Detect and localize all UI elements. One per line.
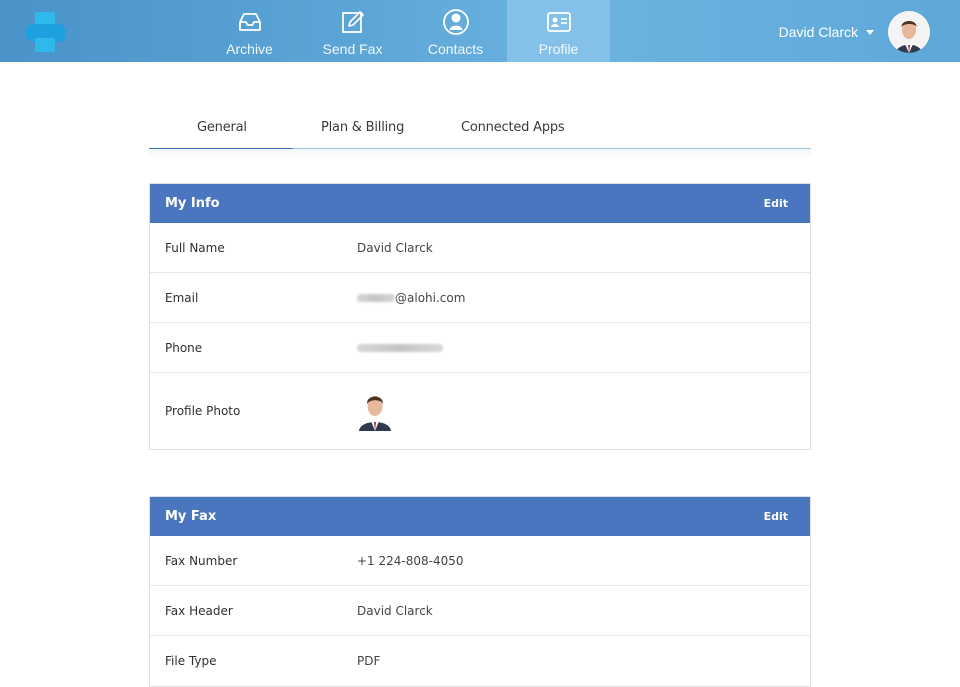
fax-number-row: Fax Number +1 224-808-4050 (150, 536, 810, 586)
profile-photo-row: Profile Photo (150, 373, 810, 449)
my-info-title: My Info (165, 196, 220, 211)
full-name-value: David Clarck (357, 240, 433, 255)
tab-plan-billing[interactable]: Plan & Billing (321, 120, 404, 135)
fax-number-label: Fax Number (165, 553, 238, 568)
fax-header-row: Fax Header David Clarck (150, 586, 810, 636)
fax-number-value: +1 224-808-4050 (357, 553, 464, 568)
tab-connected-apps[interactable]: Connected Apps (461, 120, 565, 135)
email-row: Email @alohi.com (150, 273, 810, 323)
inbox-tray-icon (238, 13, 261, 31)
user-photo-icon (888, 11, 930, 53)
email-value-wrap: @alohi.com (357, 291, 465, 305)
fax-header-label: Fax Header (165, 603, 233, 618)
full-name-row: Full Name David Clarck (150, 223, 810, 273)
file-type-row: File Type PDF (150, 636, 810, 686)
my-fax-card: My Fax Edit Fax Number +1 224-808-4050 F… (149, 496, 811, 687)
nav-archive-label: Archive (226, 41, 273, 57)
tabs-divider-shadow (149, 149, 811, 159)
phone-value-wrap (357, 343, 443, 352)
top-navigation-bar: Archive Send Fax Contacts Profile David … (0, 0, 960, 62)
fax-header-value: David Clarck (357, 603, 433, 618)
main-nav: Archive Send Fax Contacts Profile (198, 0, 610, 62)
app-logo-icon[interactable] (24, 10, 70, 54)
nav-contacts-label: Contacts (427, 41, 484, 57)
my-info-header: My Info Edit (150, 184, 810, 223)
chevron-down-icon (866, 29, 874, 35)
nav-send-fax-label: Send Fax (322, 41, 383, 57)
redacted-email-user (357, 293, 395, 302)
profile-photo-value[interactable] (357, 391, 393, 431)
my-fax-header: My Fax Edit (150, 497, 810, 536)
file-type-label: File Type (165, 654, 217, 668)
user-name: David Clarck (778, 24, 858, 40)
edit-pencil-icon (341, 11, 364, 33)
phone-label: Phone (165, 340, 203, 355)
avatar[interactable] (888, 11, 930, 53)
nav-contacts[interactable]: Contacts (404, 0, 507, 62)
profile-tabs: General Plan & Billing Connected Apps (149, 108, 811, 150)
my-info-card: My Info Edit Full Name David Clarck Emai… (149, 183, 811, 450)
my-info-edit-button[interactable]: Edit (764, 197, 788, 210)
user-menu[interactable]: David Clarck (779, 11, 930, 53)
nav-profile[interactable]: Profile (507, 0, 610, 62)
email-domain-value: @alohi.com (395, 290, 466, 305)
profile-photo-image (359, 396, 391, 431)
nav-archive[interactable]: Archive (198, 0, 301, 62)
my-fax-edit-button[interactable]: Edit (764, 510, 788, 523)
file-type-value: PDF (357, 654, 381, 668)
profile-photo-label: Profile Photo (165, 404, 241, 418)
phone-row: Phone (150, 323, 810, 373)
my-fax-title: My Fax (165, 509, 217, 524)
nav-profile-label: Profile (538, 41, 579, 57)
full-name-label: Full Name (165, 240, 225, 255)
email-label: Email (165, 290, 199, 305)
person-circle-icon (442, 9, 469, 35)
nav-send-fax[interactable]: Send Fax (301, 0, 404, 62)
redacted-phone (357, 343, 443, 352)
tab-general[interactable]: General (197, 120, 247, 135)
id-card-icon (546, 12, 571, 32)
